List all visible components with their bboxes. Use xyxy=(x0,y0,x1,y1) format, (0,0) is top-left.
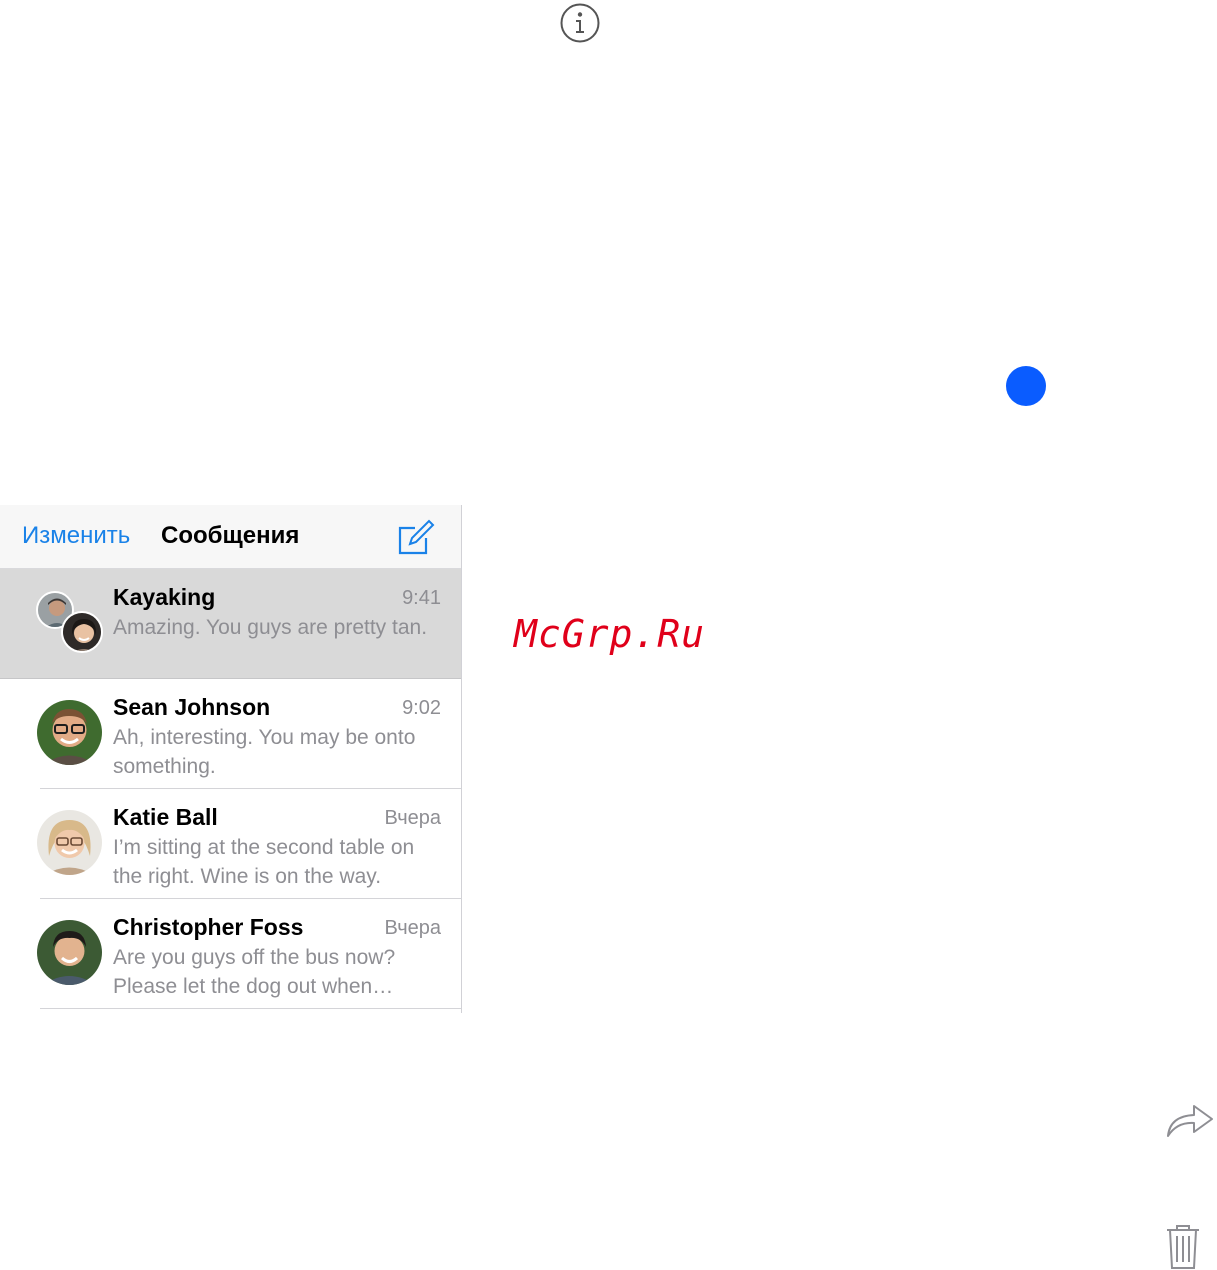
conversation-row-katie-ball[interactable]: Katie Ball Вчера I’m sitting at the seco… xyxy=(0,789,461,899)
trash-icon[interactable] xyxy=(1164,1224,1202,1270)
edit-button[interactable]: Изменить xyxy=(22,522,130,550)
navigation-bar: Изменить Сообщения xyxy=(0,505,461,569)
conversation-row-christopher-foss[interactable]: Christopher Foss Вчера Are you guys off … xyxy=(0,899,461,1009)
conversation-time: 9:41 xyxy=(402,587,441,609)
conversation-row-sean-johnson[interactable]: Sean Johnson 9:02 Ah, interesting. You m… xyxy=(0,679,461,789)
conversation-name: Christopher Foss xyxy=(113,914,304,940)
avatar xyxy=(37,920,102,985)
conversation-time: Вчера xyxy=(384,917,441,939)
conversation-preview: I’m sitting at the second table on the r… xyxy=(113,836,415,888)
conversation-time: Вчера xyxy=(384,807,441,829)
row-divider xyxy=(40,1008,461,1009)
conversation-name: Katie Ball xyxy=(113,804,218,830)
screen: McGrp.Ru Изменить Сообщения Kayaking 9:4… xyxy=(0,0,1217,1270)
avatar xyxy=(37,810,102,875)
conversation-preview: Amazing. You guys are pretty tan. xyxy=(113,616,428,639)
conversation-name: Sean Johnson xyxy=(113,694,271,720)
info-icon[interactable] xyxy=(559,2,601,44)
watermark: McGrp.Ru xyxy=(514,612,706,656)
compose-icon xyxy=(396,519,436,560)
messages-panel: Изменить Сообщения Kayaking 9:41 Amazing… xyxy=(0,505,462,1013)
blue-dot-icon xyxy=(1006,366,1046,406)
conversation-name: Kayaking xyxy=(113,584,216,610)
page-title: Сообщения xyxy=(161,522,300,549)
conversation-list: Kayaking 9:41 Amazing. You guys are pret… xyxy=(0,569,461,1009)
avatar xyxy=(61,611,103,653)
avatar xyxy=(37,700,102,765)
conversation-row-kayaking[interactable]: Kayaking 9:41 Amazing. You guys are pret… xyxy=(0,569,461,679)
share-icon[interactable] xyxy=(1164,1098,1216,1140)
conversation-time: 9:02 xyxy=(402,697,441,719)
conversation-preview: Are you guys off the bus now? Please let… xyxy=(113,946,396,998)
compose-button[interactable] xyxy=(396,519,436,557)
conversation-preview: Ah, interesting. You may be onto somethi… xyxy=(113,726,416,778)
